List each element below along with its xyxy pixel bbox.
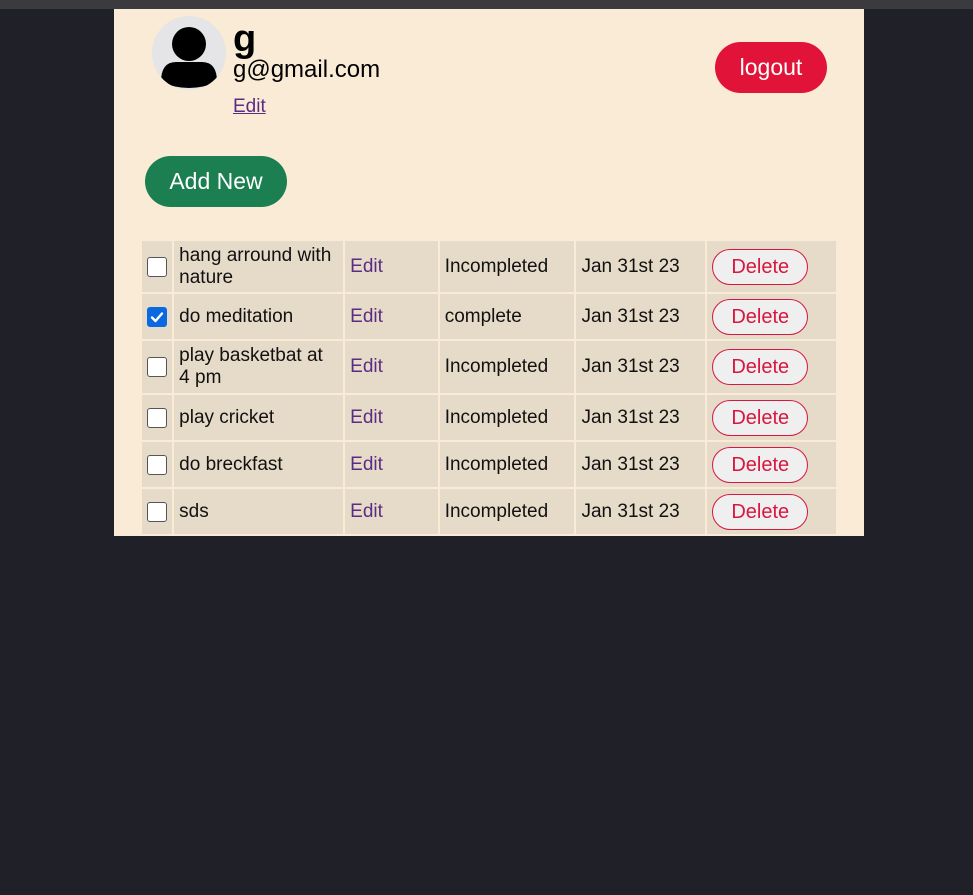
add-new-button[interactable]: Add New — [145, 156, 287, 207]
delete-button[interactable]: Delete — [712, 446, 809, 483]
table-row: sds Edit Incompleted Jan 31st 23 Delete — [142, 489, 836, 534]
checkbox-cell — [142, 341, 173, 393]
todo-checkbox[interactable] — [147, 306, 167, 327]
todo-status: complete — [439, 294, 575, 339]
user-email: g@gmail.com — [233, 56, 381, 83]
todo-date: Jan 31st 23 — [576, 395, 706, 440]
todo-date: Jan 31st 23 — [576, 294, 706, 339]
todo-date: Jan 31st 23 — [576, 489, 706, 534]
delete-button[interactable]: Delete — [712, 298, 809, 335]
todo-edit-link[interactable]: Edit — [345, 294, 438, 339]
todo-checkbox[interactable] — [147, 454, 167, 475]
todo-edit-link[interactable]: Edit — [345, 241, 438, 292]
delete-cell: Delete — [707, 294, 836, 339]
todo-edit-link[interactable]: Edit — [345, 341, 438, 393]
edit-profile-link[interactable]: Edit — [233, 96, 266, 118]
delete-cell: Delete — [707, 489, 836, 534]
delete-button[interactable]: Delete — [712, 349, 809, 385]
table-row: play cricket Edit Incompleted Jan 31st 2… — [142, 395, 836, 440]
todo-title: play basketbat at 4 pm — [174, 341, 344, 393]
todo-title: do breckfast — [174, 442, 344, 487]
todo-date: Jan 31st 23 — [576, 341, 706, 393]
table-row: do meditation Edit complete Jan 31st 23 … — [142, 294, 836, 339]
checkbox-cell — [142, 442, 173, 487]
table-row: hang arround with nature Edit Incomplete… — [142, 241, 836, 292]
todo-checkbox[interactable] — [147, 357, 167, 377]
todo-status: Incompleted — [439, 489, 575, 534]
delete-button[interactable]: Delete — [712, 248, 809, 285]
checkbox-cell — [142, 241, 173, 292]
todo-checkbox[interactable] — [147, 256, 167, 277]
todo-status: Incompleted — [439, 241, 575, 292]
todo-title: play cricket — [174, 395, 344, 440]
todo-edit-link[interactable]: Edit — [345, 395, 438, 440]
delete-button[interactable]: Delete — [712, 399, 809, 436]
checkbox-cell — [142, 489, 173, 534]
user-name: g — [233, 18, 257, 60]
delete-cell: Delete — [707, 341, 836, 393]
table-row: play basketbat at 4 pm Edit Incompleted … — [142, 341, 836, 393]
delete-cell: Delete — [707, 442, 836, 487]
browser-top-bar — [0, 0, 973, 9]
todo-checkbox[interactable] — [147, 407, 167, 428]
todo-status: Incompleted — [439, 395, 575, 440]
checkbox-cell — [142, 395, 173, 440]
todo-status: Incompleted — [439, 341, 575, 393]
logout-button[interactable]: logout — [715, 42, 827, 93]
table-row: do breckfast Edit Incompleted Jan 31st 2… — [142, 442, 836, 487]
todo-date: Jan 31st 23 — [576, 442, 706, 487]
checkbox-cell — [142, 294, 173, 339]
todo-title: hang arround with nature — [174, 241, 344, 292]
delete-cell: Delete — [707, 241, 836, 292]
delete-cell: Delete — [707, 395, 836, 440]
todo-panel: g g@gmail.com Edit logout Add New hang a… — [114, 9, 864, 536]
todo-title: sds — [174, 489, 344, 534]
user-icon — [152, 16, 226, 90]
todo-date: Jan 31st 23 — [576, 241, 706, 292]
todo-status: Incompleted — [439, 442, 575, 487]
checkmark-icon — [150, 311, 164, 322]
todo-table: hang arround with nature Edit Incomplete… — [140, 239, 838, 536]
todo-edit-link[interactable]: Edit — [345, 489, 438, 534]
todo-edit-link[interactable]: Edit — [345, 442, 438, 487]
todo-title: do meditation — [174, 294, 344, 339]
todo-checkbox[interactable] — [147, 501, 167, 522]
delete-button[interactable]: Delete — [712, 493, 809, 530]
